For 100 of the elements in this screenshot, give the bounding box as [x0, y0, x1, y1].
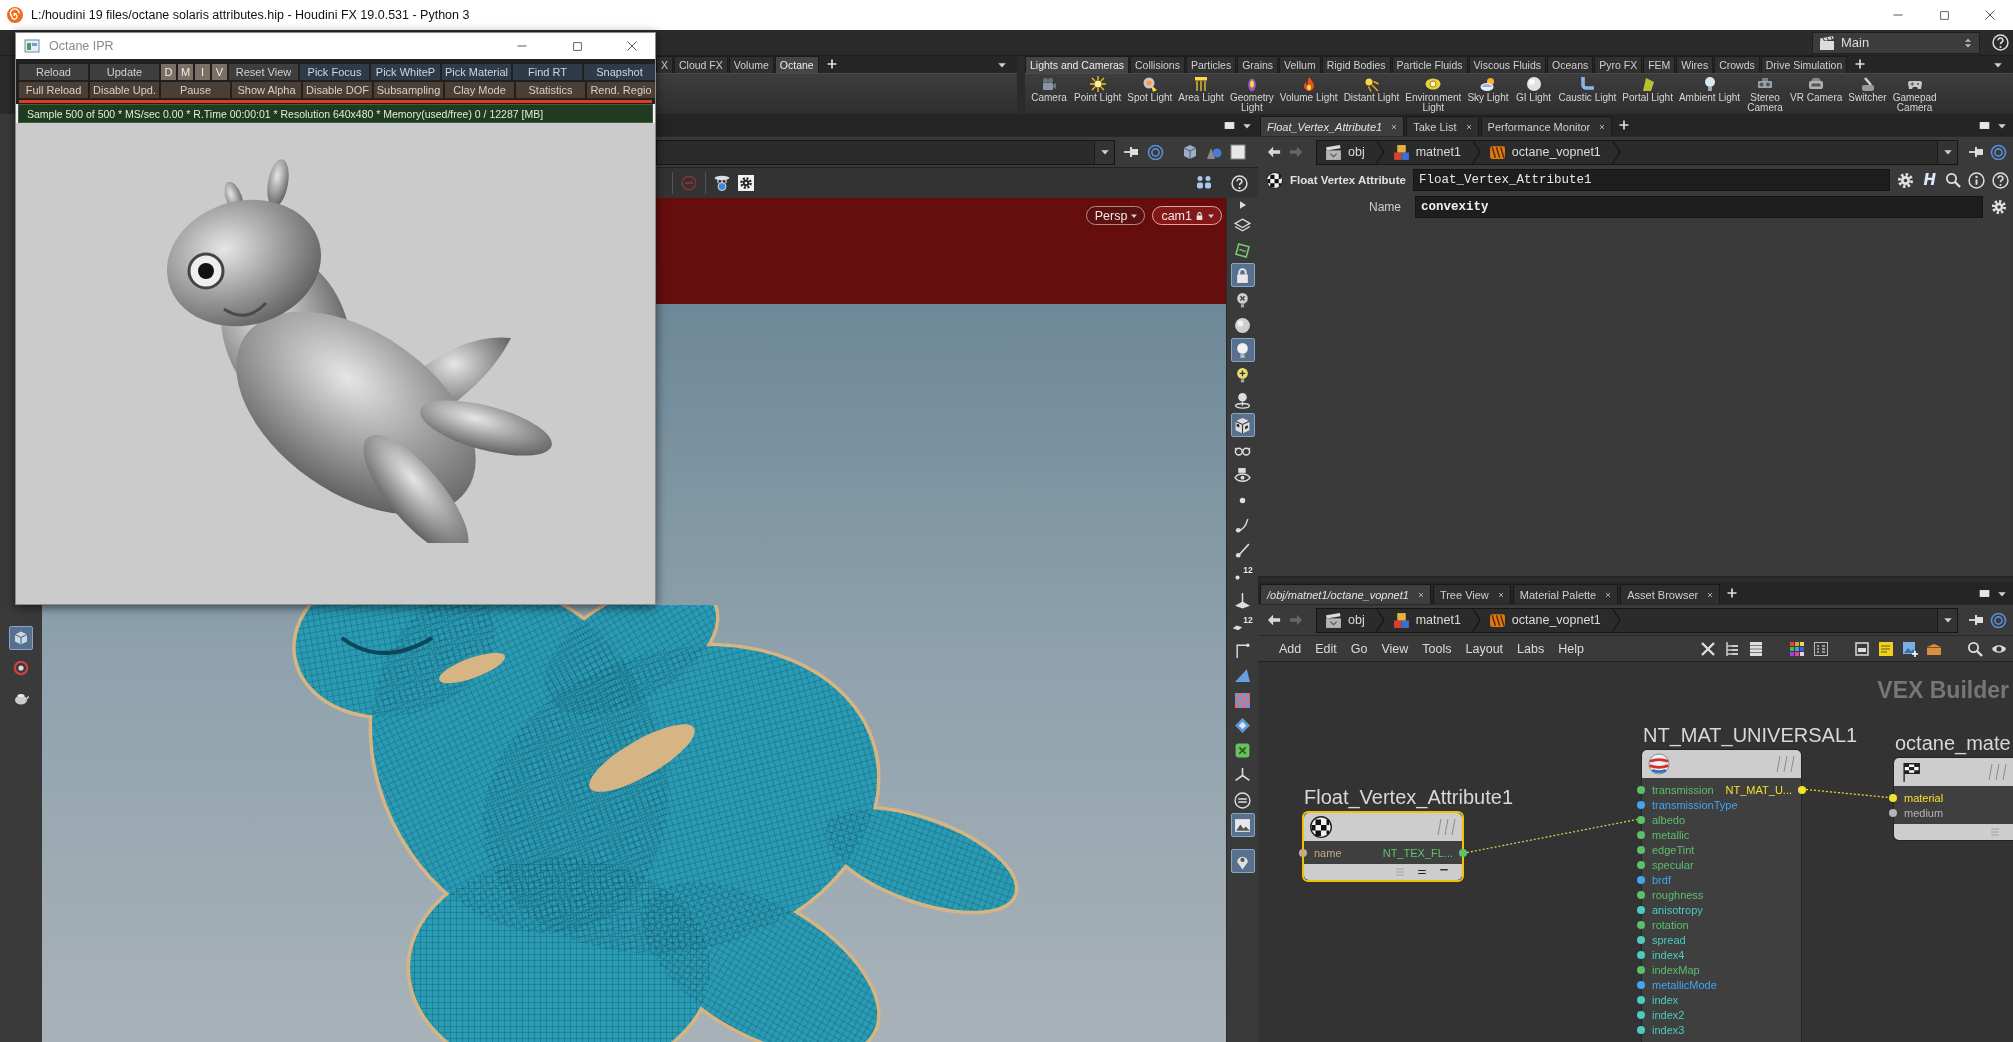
people-icon[interactable] [1196, 175, 1212, 191]
view-toggle[interactable] [9, 626, 33, 650]
help-icon[interactable] [1992, 171, 2009, 189]
caret-icon[interactable] [1942, 147, 1953, 157]
render-button[interactable]: Update [90, 64, 159, 80]
shelf-tool[interactable]: Volume Light [1276, 76, 1341, 103]
crossed-tools-icon[interactable] [1700, 640, 1716, 657]
shelf-tab[interactable]: Drive Simulation [1760, 56, 1848, 73]
display-toggle[interactable] [1230, 849, 1255, 873]
close-icon[interactable] [1984, 9, 1996, 21]
render-button[interactable]: Disable DOF [303, 82, 372, 98]
render-button[interactable]: Full Reload [19, 82, 88, 98]
render-button[interactable]: Subsampling [374, 82, 443, 98]
menu-item[interactable]: View [1374, 641, 1416, 656]
caret-icon[interactable] [1997, 589, 2007, 599]
port-dot-icon[interactable] [1637, 1025, 1645, 1034]
render-button[interactable]: Rend. Regio [587, 82, 655, 98]
pane-tab[interactable]: Float_Vertex_Attribute1 [1260, 116, 1405, 136]
caret-icon[interactable] [1942, 615, 1953, 625]
pane-tab[interactable]: /obj/matnet1/octane_vopnet1 [1260, 584, 1431, 604]
port-dot-icon[interactable] [1889, 793, 1897, 802]
shelf-tool[interactable]: GI Light [1511, 76, 1556, 103]
port-dot-icon[interactable] [1637, 920, 1645, 929]
shelf-tool[interactable]: Switcher [1845, 76, 1890, 103]
maximize-icon[interactable] [571, 40, 583, 52]
gear-icon[interactable] [1897, 171, 1915, 189]
target-icon[interactable] [1990, 143, 2007, 161]
port-dot-icon[interactable] [1637, 950, 1645, 959]
shelf-tab[interactable]: Wires [1676, 56, 1714, 73]
display-toggle[interactable] [1230, 263, 1255, 287]
caret-icon[interactable] [997, 60, 1007, 70]
shelf-tab[interactable]: X [656, 56, 673, 73]
help-icon[interactable] [1231, 174, 1248, 192]
menu-item[interactable]: Go [1343, 641, 1375, 656]
shelf-tool[interactable]: Point Light [1071, 76, 1125, 103]
help-icon[interactable] [1992, 34, 2009, 51]
node-box-icon[interactable] [1854, 640, 1870, 657]
close-icon[interactable] [1464, 122, 1473, 131]
port-dot-icon[interactable] [1637, 860, 1645, 869]
render-button[interactable]: Find RT [513, 64, 582, 80]
shelf-tab[interactable]: Volume [728, 56, 774, 73]
shelf-tab[interactable]: Crowds [1714, 56, 1760, 73]
shelf-tool[interactable]: Geometry Light [1226, 76, 1277, 113]
shelf-tab[interactable]: Viscous Fluids [1468, 56, 1547, 73]
caret-icon[interactable] [1997, 121, 2007, 131]
pane-tab[interactable]: Material Palette [1512, 584, 1619, 604]
port-dot-icon[interactable] [1889, 808, 1897, 817]
display-toggle[interactable] [1230, 413, 1255, 437]
port-dot-icon[interactable] [1798, 785, 1806, 794]
path-field[interactable] [656, 139, 1115, 165]
path-segment[interactable]: matnet1 [1384, 608, 1481, 632]
target-icon[interactable] [1147, 143, 1164, 161]
light-rig-icon[interactable] [714, 175, 730, 191]
shelf-tool[interactable]: Stereo Camera [1743, 76, 1788, 113]
plus-icon[interactable] [1854, 58, 1867, 70]
close-icon[interactable] [1604, 590, 1613, 599]
network-node[interactable]: name NT_TEX_FL... [1302, 811, 1464, 882]
shelf-tab[interactable]: Lights and Cameras [1025, 56, 1129, 73]
shelf-tab[interactable]: Particles [1185, 56, 1237, 73]
shelf-tool[interactable]: Ambient Light [1675, 76, 1744, 103]
menu-item[interactable]: Layout [1458, 641, 1511, 656]
shelf-tab[interactable]: FEM [1643, 56, 1676, 73]
port-dot-icon[interactable] [1637, 980, 1645, 989]
node-name-field[interactable]: Float_Vertex_Attribute1 [1412, 169, 1891, 191]
render-button[interactable]: Statistics [516, 82, 585, 98]
image-plus-icon[interactable] [1902, 640, 1918, 657]
render-button[interactable]: I [195, 64, 210, 80]
port-dot-icon[interactable] [1637, 800, 1645, 809]
render-button[interactable]: Show Alpha [232, 82, 301, 98]
shelf-tool[interactable]: Portal Light [1619, 76, 1676, 103]
menu-item[interactable]: Help [1551, 641, 1591, 656]
shelf-tool[interactable]: Sky Light [1464, 76, 1512, 103]
pane-tab[interactable]: Asset Browser [1620, 584, 1721, 604]
maximize-icon[interactable] [1938, 9, 1950, 21]
search-icon[interactable] [1967, 640, 1983, 657]
target-icon[interactable] [1990, 611, 2007, 629]
h-menu-button[interactable]: H [1921, 171, 1938, 189]
shelf-tool[interactable]: Environment Light [1402, 76, 1465, 113]
render-button[interactable]: V [212, 64, 227, 80]
menu-item[interactable]: Tools [1415, 641, 1459, 656]
search-icon[interactable] [1945, 172, 1961, 188]
display-toggle[interactable]: 12 [1230, 613, 1255, 637]
port-dot-icon[interactable] [1637, 995, 1645, 1004]
shelf-tab[interactable]: Particle Fluids [1391, 56, 1468, 73]
port-dot-icon[interactable] [1637, 830, 1645, 839]
render-button[interactable]: Pause [161, 82, 230, 98]
shelf-tool[interactable]: Spot Light [1124, 76, 1176, 103]
render-button[interactable]: Clay Mode [445, 82, 514, 98]
display-toggle[interactable] [1230, 338, 1255, 362]
shelf-tab[interactable]: Collisions [1129, 56, 1185, 73]
shelf-tab[interactable]: Rigid Bodies [1321, 56, 1391, 73]
shelf-tab[interactable]: Oceans [1547, 56, 1594, 73]
info-icon[interactable] [1968, 171, 1985, 189]
path-segment[interactable]: obj [1317, 608, 1385, 632]
path-segment[interactable]: obj [1317, 140, 1385, 164]
path-segment[interactable]: octane_vopnet1 [1480, 608, 1621, 632]
port-dot-icon[interactable] [1637, 785, 1645, 794]
pane-tab[interactable]: Take List [1406, 116, 1479, 136]
parameter-field[interactable]: convexity [1415, 196, 1983, 218]
plus-icon[interactable] [825, 58, 838, 70]
